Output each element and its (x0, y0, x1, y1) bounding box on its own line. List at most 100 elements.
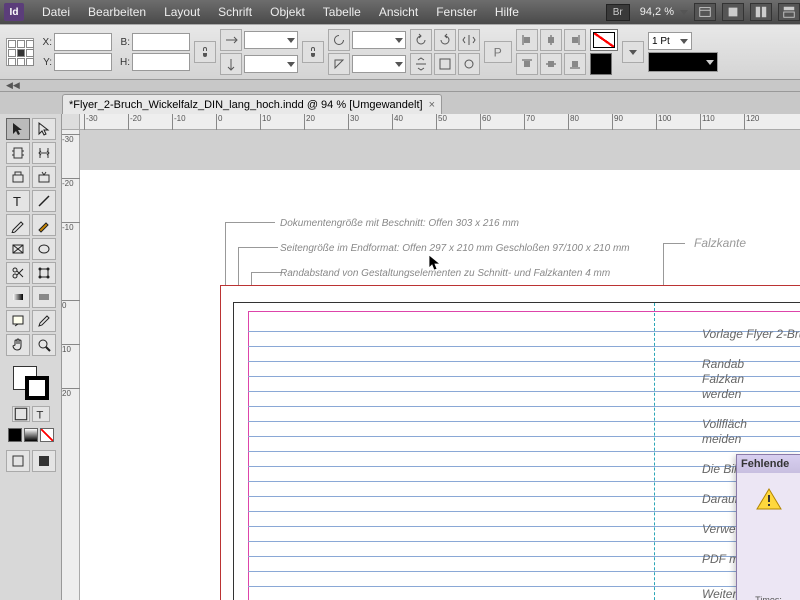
formatting-text-icon[interactable]: T (32, 406, 50, 422)
document-tab[interactable]: *Flyer_2-Bruch_Wickelfalz_DIN_lang_hoch.… (62, 94, 442, 114)
svg-text:P: P (494, 45, 502, 59)
workspace-switcher-icon[interactable] (778, 3, 800, 21)
leader-line (225, 222, 275, 223)
hruler-tick: 50 (436, 114, 447, 130)
apply-gradient-icon[interactable] (24, 428, 38, 442)
rotate-ccw-icon[interactable] (410, 29, 432, 51)
body-text: Vorlage Flyer 2-Bru (702, 327, 800, 341)
vertical-ruler[interactable]: -30 -20 -10 0 10 20 (62, 130, 80, 600)
preview-view-icon[interactable] (32, 450, 56, 472)
scale-x-icon[interactable] (220, 29, 242, 51)
scale-y-icon[interactable] (220, 53, 242, 75)
reference-point-picker[interactable] (6, 38, 34, 66)
menu-window[interactable]: Fenster (428, 2, 485, 22)
free-transform-tool[interactable] (32, 262, 56, 284)
close-tab-icon[interactable]: × (429, 99, 435, 111)
y-input[interactable] (54, 53, 112, 71)
menu-layout[interactable]: Layout (156, 2, 208, 22)
shear-icon[interactable] (328, 53, 350, 75)
apply-color-black-icon[interactable] (8, 428, 22, 442)
paragraph-style-icon[interactable]: P (484, 41, 512, 63)
stroke-style-dropdown[interactable] (648, 52, 718, 72)
pencil-tool[interactable] (32, 214, 56, 236)
flip-horizontal-icon[interactable] (458, 29, 480, 51)
gap-tool[interactable] (32, 142, 56, 164)
menu-type[interactable]: Schrift (210, 2, 260, 22)
menu-help[interactable]: Hilfe (487, 2, 527, 22)
align-right-icon[interactable] (564, 29, 586, 51)
hruler-tick: 80 (568, 114, 579, 130)
horizontal-ruler[interactable]: -30 -20 -10 0 10 20 30 40 50 60 70 80 90… (80, 114, 800, 130)
select-content-icon[interactable] (458, 53, 480, 75)
align-top-icon[interactable] (516, 53, 538, 75)
content-collector-tool[interactable] (6, 166, 30, 188)
vruler-tick: 20 (62, 388, 80, 398)
fill-stroke-proxy[interactable] (11, 364, 51, 402)
hruler-tick: 90 (612, 114, 623, 130)
select-container-icon[interactable] (434, 53, 456, 75)
fill-swatch-none[interactable] (590, 29, 618, 51)
rotate-dropdown[interactable] (352, 31, 406, 49)
stroke-weight-input[interactable]: 1 Pt (648, 32, 692, 50)
hand-tool[interactable] (6, 334, 30, 356)
missing-fonts-dialog[interactable]: Fehlende Times: Fehle (736, 454, 800, 600)
svg-text:T: T (36, 410, 43, 422)
note-tool[interactable] (6, 310, 30, 332)
page-tool[interactable] (6, 142, 30, 164)
selection-tool[interactable] (6, 118, 30, 140)
menu-file[interactable]: Datei (34, 2, 78, 22)
align-bottom-icon[interactable] (564, 53, 586, 75)
ellipse-tool[interactable] (32, 238, 56, 260)
vruler-tick: -20 (62, 178, 80, 188)
hruler-tick: -10 (172, 114, 186, 130)
view-options-icon[interactable] (694, 3, 716, 21)
type-tool[interactable]: T (6, 190, 30, 212)
gradient-feather-tool[interactable] (32, 286, 56, 308)
formatting-container-icon[interactable] (12, 406, 30, 422)
apply-none-icon[interactable] (40, 428, 54, 442)
zoom-level[interactable]: 94,2 % (640, 6, 674, 18)
height-input[interactable] (132, 53, 190, 71)
scale-y-dropdown[interactable] (244, 55, 298, 73)
pen-tool[interactable] (6, 214, 30, 236)
gradient-swatch-tool[interactable] (6, 286, 30, 308)
width-input[interactable] (132, 33, 190, 51)
scissors-tool[interactable] (6, 262, 30, 284)
menu-view[interactable]: Ansicht (371, 2, 426, 22)
rectangle-frame-tool[interactable] (6, 238, 30, 260)
direct-selection-tool[interactable] (32, 118, 56, 140)
content-placer-tool[interactable] (32, 166, 56, 188)
normal-view-icon[interactable] (6, 450, 30, 472)
align-left-icon[interactable] (516, 29, 538, 51)
document-tab-title: *Flyer_2-Bruch_Wickelfalz_DIN_lang_hoch.… (69, 99, 423, 111)
eyedropper-tool[interactable] (32, 310, 56, 332)
rotate-cw-icon[interactable] (434, 29, 456, 51)
x-input[interactable] (54, 33, 112, 51)
hruler-tick: 70 (524, 114, 535, 130)
swatch-dropdown-icon[interactable] (622, 41, 644, 63)
rotate-icon[interactable] (328, 29, 350, 51)
height-label: H: (116, 57, 130, 68)
stroke-swatch[interactable] (590, 53, 612, 75)
constrain-proportions-icon[interactable] (194, 41, 216, 63)
menu-table[interactable]: Tabelle (315, 2, 369, 22)
zoom-tool[interactable] (32, 334, 56, 356)
bridge-button[interactable]: Br (606, 4, 630, 21)
menu-object[interactable]: Objekt (262, 2, 313, 22)
body-text: Randab (702, 357, 744, 371)
zoom-dropdown-icon[interactable] (680, 10, 688, 15)
ruler-origin-icon[interactable] (62, 114, 80, 130)
arrange-documents-icon[interactable] (750, 3, 772, 21)
flip-vertical-icon[interactable] (410, 53, 432, 75)
document-canvas[interactable]: -30 -20 -10 0 10 20 30 40 50 60 70 80 90… (62, 114, 800, 600)
x-label: X: (38, 37, 52, 48)
screen-mode-icon[interactable] (722, 3, 744, 21)
align-center-v-icon[interactable] (540, 53, 562, 75)
scale-x-dropdown[interactable] (244, 31, 298, 49)
menu-edit[interactable]: Bearbeiten (80, 2, 154, 22)
line-tool[interactable] (32, 190, 56, 212)
panel-collapse-strip[interactable]: ◀◀ (0, 80, 800, 92)
shear-dropdown[interactable] (352, 55, 406, 73)
align-center-h-icon[interactable] (540, 29, 562, 51)
constrain-scale-icon[interactable] (302, 41, 324, 63)
